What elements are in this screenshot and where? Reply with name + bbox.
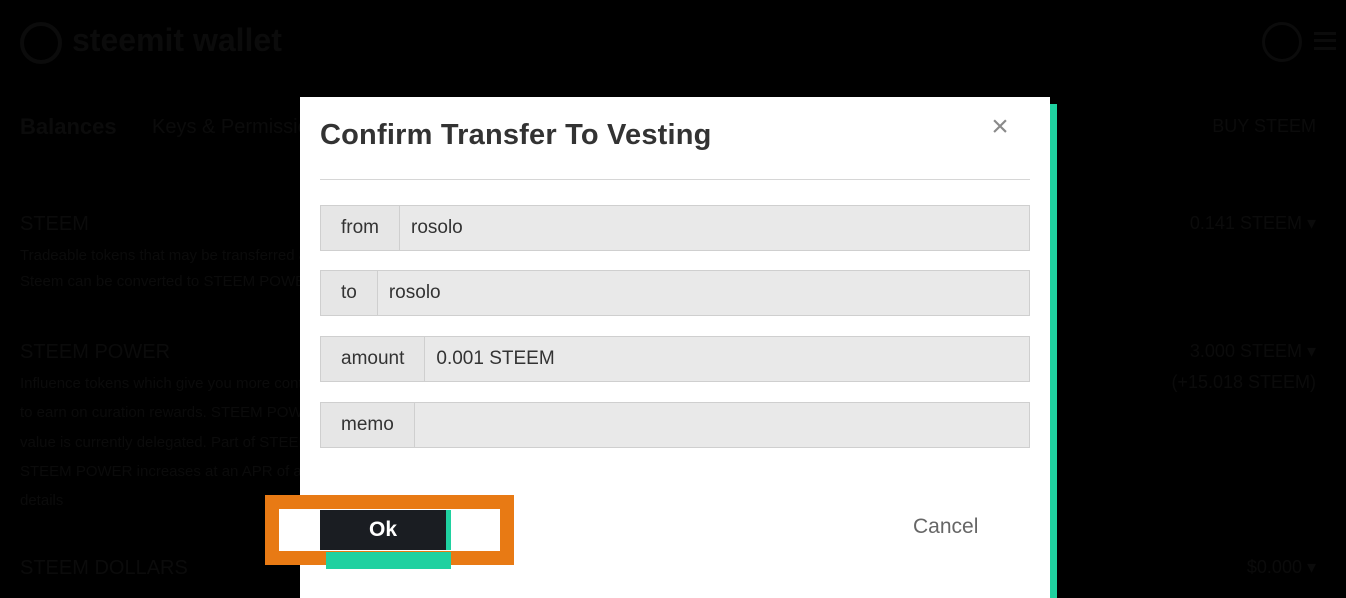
section-title-steem-dollars: STEEM DOLLARS [20, 557, 188, 579]
steem-power-delegated: (+15.018 STEEM) [1171, 372, 1316, 392]
from-label: from [321, 206, 400, 250]
section-title-steem-power: STEEM POWER [20, 341, 171, 363]
amount-label: amount [321, 337, 426, 381]
buy-steem-link: BUY STEEM [1212, 116, 1316, 136]
steem-power-balance: 3.000 STEEM ▾ [1189, 341, 1316, 361]
memo-value [414, 403, 1029, 447]
section-title-steem: STEEM [20, 213, 89, 235]
app-logo-text: steemit wallet [72, 22, 282, 58]
cancel-button[interactable]: Cancel [913, 515, 978, 539]
steem-balance: 0.141 STEEM ▾ [1189, 213, 1316, 233]
from-value: rosolo [400, 206, 1029, 250]
ok-button-edge [446, 510, 451, 550]
to-field: to rosolo [320, 270, 1030, 316]
to-label: to [321, 271, 378, 315]
title-divider [320, 179, 1030, 180]
amount-field: amount 0.001 STEEM [320, 336, 1030, 382]
memo-field: memo [320, 402, 1030, 448]
tab-balances: Balances [20, 114, 117, 139]
dialog-title: Confirm Transfer To Vesting [320, 119, 712, 151]
amount-value: 0.001 STEEM [425, 337, 1029, 381]
to-value: rosolo [377, 271, 1029, 315]
avatar-icon [1262, 22, 1302, 62]
from-field: from rosolo [320, 205, 1030, 251]
modal-accent-bar [1050, 104, 1057, 598]
ok-button[interactable]: Ok [320, 510, 446, 550]
hamburger-menu-icon [1314, 32, 1336, 50]
section-desc: details [20, 492, 64, 509]
ok-button-shadow [326, 552, 451, 569]
memo-label: memo [321, 403, 415, 447]
steemit-logo-icon [20, 22, 62, 64]
steem-dollars-balance: $0.000 ▾ [1246, 557, 1316, 577]
close-icon[interactable]: × [986, 112, 1014, 142]
